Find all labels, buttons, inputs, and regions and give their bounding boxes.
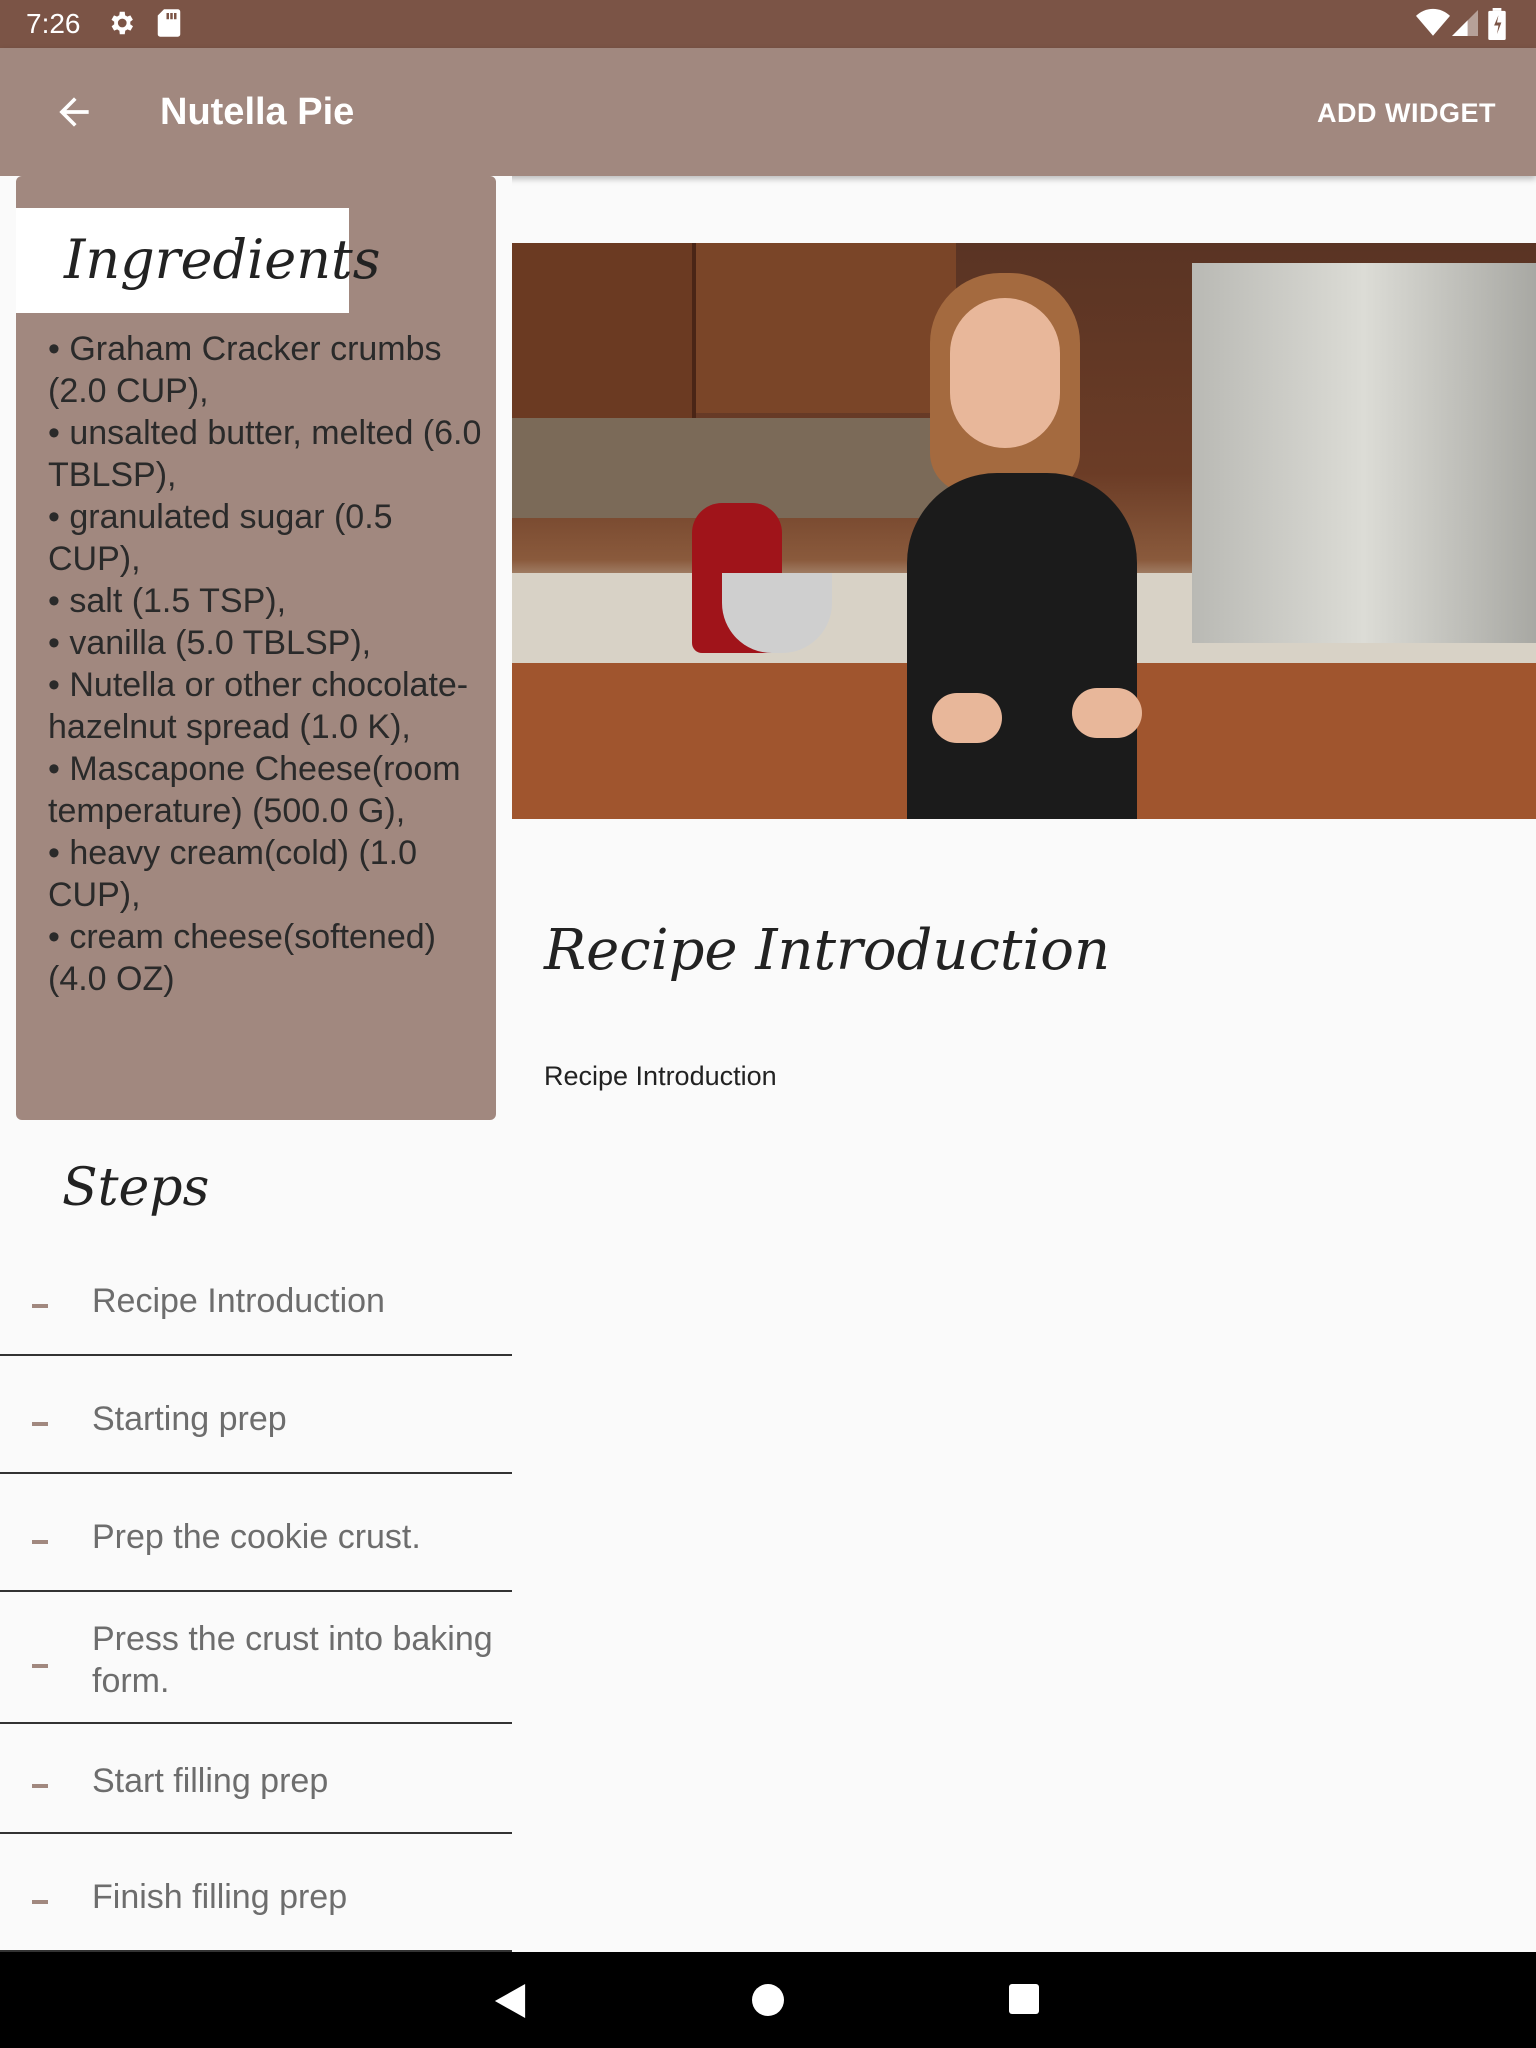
step-item[interactable]: Finish filling prep	[0, 1834, 512, 1952]
dash-icon	[32, 1540, 48, 1544]
step-item[interactable]: Starting prep	[0, 1356, 512, 1474]
status-bar: 7:26	[0, 0, 1536, 48]
wifi-icon	[1416, 8, 1450, 43]
status-time: 7:26	[26, 8, 81, 39]
steps-heading: Steps	[62, 1158, 210, 1218]
step-label: Start filling prep	[92, 1762, 329, 1800]
dash-icon	[32, 1422, 48, 1426]
page-title: Nutella Pie	[160, 91, 355, 133]
steps-list: Recipe Introduction Starting prep Prep t…	[0, 1240, 512, 1952]
ingredient-item: • granulated sugar (0.5 CUP),	[48, 498, 393, 578]
step-item[interactable]: Press the crust into baking form.	[0, 1592, 512, 1724]
presenter-hand	[1072, 688, 1142, 738]
dash-icon	[32, 1784, 48, 1788]
ingredient-item: • heavy cream(cold) (1.0 CUP),	[48, 834, 418, 914]
add-widget-button[interactable]: ADD WIDGET	[1317, 98, 1496, 128]
video-player[interactable]	[512, 243, 1536, 819]
dash-icon	[32, 1664, 48, 1668]
back-triangle-icon[interactable]	[494, 1984, 526, 2023]
dash-icon	[32, 1900, 48, 1904]
ingredient-item: • unsalted butter, melted (6.0 TBLSP),	[48, 414, 482, 494]
recents-square-icon[interactable]	[1009, 1984, 1039, 2019]
presenter-hand	[932, 693, 1002, 743]
ingredient-item: • Mascapone Cheese(room temperature) (50…	[48, 750, 461, 830]
step-item[interactable]: Start filling prep	[0, 1724, 512, 1834]
dash-icon	[32, 1304, 48, 1308]
ingredients-heading: Ingredients	[64, 228, 381, 291]
ingredient-item: • salt (1.5 TSP),	[48, 582, 287, 620]
kitchen-cabinet	[696, 243, 956, 413]
step-label: Finish filling prep	[92, 1878, 348, 1916]
refrigerator	[1192, 263, 1536, 643]
presenter-face	[950, 298, 1060, 448]
ingredients-header: Ingredients	[16, 208, 380, 313]
app-bar: Nutella Pie ADD WIDGET	[0, 48, 1536, 176]
step-description: Recipe Introduction	[544, 1061, 777, 1091]
signal-icon	[1452, 8, 1478, 43]
gear-icon	[106, 8, 136, 43]
step-label: Starting prep	[92, 1400, 287, 1438]
sd-card-icon	[156, 8, 182, 43]
step-item[interactable]: Recipe Introduction	[0, 1240, 512, 1356]
step-title: Recipe Introduction	[544, 918, 1111, 983]
battery-icon	[1488, 8, 1506, 45]
step-label: Recipe Introduction	[92, 1282, 385, 1320]
step-label: Prep the cookie crust.	[92, 1518, 421, 1556]
step-item[interactable]: Prep the cookie crust.	[0, 1474, 512, 1592]
ingredients-card: Ingredients • Graham Cracker crumbs (2.0…	[16, 176, 496, 1120]
master-pane: Ingredients • Graham Cracker crumbs (2.0…	[0, 176, 512, 1952]
ingredient-item: • Nutella or other chocolate-hazelnut sp…	[48, 666, 469, 746]
home-circle-icon[interactable]	[752, 1984, 784, 2021]
ingredient-item: • vanilla (5.0 TBLSP),	[48, 624, 372, 662]
ingredient-item: • cream cheese(softened) (4.0 OZ)	[48, 918, 436, 998]
kitchen-cabinet	[512, 243, 696, 423]
arrow-back-icon[interactable]	[52, 90, 96, 134]
ingredients-list: • Graham Cracker crumbs (2.0 CUP), • uns…	[48, 328, 488, 1000]
navigation-bar	[0, 1952, 1536, 2048]
step-label: Press the crust into baking form.	[92, 1620, 493, 1700]
presenter-body	[907, 473, 1137, 819]
ingredient-item: • Graham Cracker crumbs (2.0 CUP),	[48, 330, 442, 410]
